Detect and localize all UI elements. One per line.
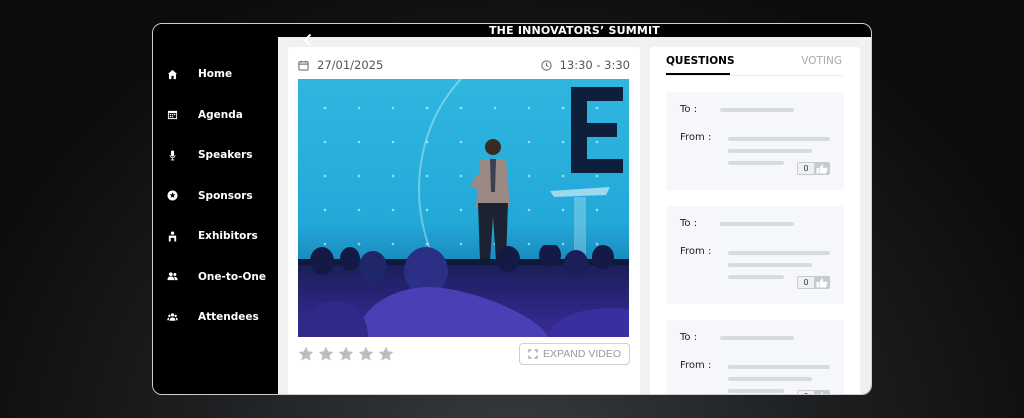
group-icon	[167, 313, 178, 321]
from-label: From :	[680, 360, 712, 371]
star-icon[interactable]	[358, 346, 374, 362]
sidebar-item-home[interactable]: Home	[153, 54, 278, 95]
star-badge-icon	[167, 190, 178, 201]
placeholder-line	[720, 108, 794, 112]
placeholder-line	[720, 222, 794, 226]
microphone-icon	[169, 150, 176, 161]
question-to-row: To :	[680, 332, 830, 348]
speaker-figure	[470, 139, 510, 261]
upvote-button[interactable]: 0	[797, 390, 830, 394]
session-time: 13:30 - 3:30	[540, 58, 630, 72]
placeholder-line	[728, 275, 784, 279]
sidebar-item-label: Speakers	[198, 149, 253, 162]
expand-video-label: EXPAND VIDEO	[543, 348, 621, 360]
placeholder-line	[728, 137, 830, 141]
sidebar-item-speakers[interactable]: Speakers	[153, 135, 278, 176]
thumbs-up-icon	[820, 392, 824, 394]
question-card[interactable]: To : From : 0	[666, 320, 844, 394]
from-label: From :	[680, 132, 712, 143]
calendar-icon	[167, 111, 178, 120]
sidebar-item-label: One-to-One	[198, 270, 266, 283]
sidebar: Home Agenda Speakers Sponsors Exhibitors…	[153, 24, 278, 394]
star-icon[interactable]	[298, 346, 314, 362]
question-to-row: To :	[680, 218, 830, 234]
vote-count: 0	[798, 277, 814, 288]
placeholder-line	[728, 263, 812, 267]
thumbs-up-icon	[816, 164, 828, 173]
chevron-left-icon	[303, 33, 312, 47]
star-icon[interactable]	[338, 346, 354, 362]
sidebar-item-attendees[interactable]: Attendees	[153, 297, 278, 338]
session-date-text: 27/01/2025	[317, 58, 384, 72]
qa-tabs: QUESTIONS VOTING	[666, 47, 844, 76]
upvote-button[interactable]: 0	[797, 276, 830, 289]
sidebar-item-label: Agenda	[198, 108, 243, 121]
placeholder-line	[728, 365, 830, 369]
tab-questions[interactable]: QUESTIONS	[666, 47, 735, 75]
sidebar-item-one-to-one[interactable]: One-to-One	[153, 257, 278, 298]
vote-count: 0	[798, 163, 814, 174]
sidebar-item-agenda[interactable]: Agenda	[153, 95, 278, 136]
star-icon[interactable]	[318, 346, 334, 362]
users-icon	[167, 272, 178, 281]
to-label: To :	[680, 218, 698, 229]
page-title: THE INNOVATORS’ SUMMIT	[488, 24, 661, 37]
stage-letter-graphic	[571, 87, 623, 173]
star-icon[interactable]	[378, 346, 394, 362]
sidebar-item-sponsors[interactable]: Sponsors	[153, 176, 278, 217]
video-player[interactable]	[298, 79, 629, 337]
sidebar-item-label: Sponsors	[198, 189, 253, 202]
session-time-text: 13:30 - 3:30	[559, 58, 630, 72]
expand-video-button[interactable]: EXPAND VIDEO	[519, 343, 630, 365]
placeholder-line	[728, 389, 784, 393]
session-card: 27/01/2025 13:30 - 3:30 EXPAND VIDEO	[288, 47, 640, 394]
top-bar: THE INNOVATORS’ SUMMIT	[278, 24, 871, 47]
sidebar-item-label: Exhibitors	[198, 230, 258, 243]
booth-icon	[168, 231, 177, 242]
session-date: 27/01/2025	[298, 58, 383, 72]
sidebar-item-label: Attendees	[198, 311, 259, 324]
to-label: To :	[680, 332, 698, 343]
question-to-row: To :	[680, 104, 830, 120]
session-footer: EXPAND VIDEO	[298, 337, 630, 371]
content-area: 27/01/2025 13:30 - 3:30 EXPAND VIDEO QUE…	[278, 37, 871, 394]
sidebar-item-label: Home	[198, 68, 233, 81]
upvote-button[interactable]: 0	[797, 162, 830, 175]
expand-icon	[528, 349, 538, 359]
placeholder-line	[728, 149, 812, 153]
placeholder-line	[728, 377, 812, 381]
rating-stars	[298, 346, 394, 362]
thumbs-up-icon	[816, 278, 828, 287]
back-button[interactable]	[300, 32, 316, 48]
app-window: Home Agenda Speakers Sponsors Exhibitors…	[152, 23, 872, 395]
main-panel: THE INNOVATORS’ SUMMIT 27/01/2025 13:30 …	[278, 24, 871, 394]
tab-voting[interactable]: VOTING	[801, 47, 844, 75]
vote-count: 0	[798, 391, 814, 394]
calendar-outline-icon	[298, 60, 309, 71]
question-card[interactable]: To : From : 0	[666, 206, 844, 304]
to-label: To :	[680, 104, 698, 115]
audience-silhouettes	[298, 245, 629, 337]
placeholder-line	[720, 336, 794, 340]
session-meta: 27/01/2025 13:30 - 3:30	[298, 57, 630, 73]
questions-panel: QUESTIONS VOTING To : From : 0 To: From…	[650, 47, 860, 394]
clock-icon	[540, 59, 552, 71]
placeholder-line	[728, 251, 830, 255]
question-card[interactable]: To : From : 0	[666, 92, 844, 190]
from-label: From :	[680, 246, 712, 257]
sidebar-item-exhibitors[interactable]: Exhibitors	[153, 216, 278, 257]
home-icon	[167, 69, 178, 79]
placeholder-line	[728, 161, 784, 165]
